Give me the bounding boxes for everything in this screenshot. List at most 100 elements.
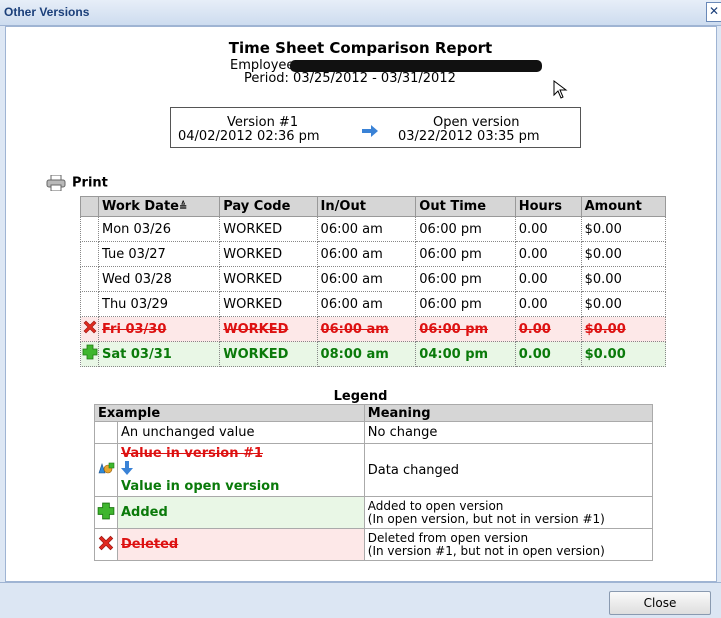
window-close-icon[interactable]: ✕ [706, 2, 721, 22]
add-plus-icon [97, 502, 115, 519]
window-titlebar: Other Versions ✕ [0, 0, 721, 26]
in-time-cell: 08:00 am [316, 341, 417, 367]
in-time-cell: 06:00 am [316, 216, 417, 242]
right-version-label: Open version [433, 115, 520, 130]
out-time-cell: 06:00 pm [415, 266, 516, 292]
row-status-cell [80, 341, 99, 367]
printer-icon [46, 175, 66, 191]
legend-row-unchanged: An unchanged value No change [94, 421, 654, 444]
pay-code-cell: WORKED [219, 241, 318, 267]
report-period: Period: 03/25/2012 - 03/31/2012 [244, 71, 456, 86]
legend-table: Example Meaning An unchanged value No ch… [94, 404, 654, 561]
amount-cell: $0.00 [580, 266, 667, 292]
work-date-header-label: Work Date [102, 199, 179, 214]
right-version-date: 03/22/2012 03:35 pm [398, 129, 540, 144]
column-header-pay-code[interactable]: Pay Code [219, 196, 318, 217]
report-title: Time Sheet Comparison Report [228, 39, 493, 57]
pay-code-cell: WORKED [219, 266, 318, 292]
sort-indicator-icon: ≜ [178, 202, 188, 213]
in-time-cell: 06:00 am [316, 291, 417, 317]
timesheet-header-row: Work Date≜ Pay Code In/Out Out Time Hour… [80, 196, 667, 217]
row-status-cell [80, 291, 99, 317]
legend-meaning-line: Added to open version [367, 498, 504, 513]
out-time-cell: 06:00 pm [415, 316, 516, 342]
pay-code-cell: WORKED [219, 341, 318, 367]
table-row-deleted: Fri 03/30 WORKED 06:00 am 06:00 pm 0.00 … [80, 316, 667, 342]
row-status-cell [80, 266, 99, 292]
amount-cell: $0.00 [580, 216, 667, 242]
mouse-cursor-icon [553, 80, 568, 99]
arrow-down-icon [121, 461, 133, 475]
left-version-label: Version #1 [227, 115, 299, 130]
legend-meaning-added: Added to open version (In open version, … [363, 496, 654, 529]
out-time-cell: 06:00 pm [415, 241, 516, 267]
work-date-cell: Tue 03/27 [97, 241, 221, 267]
window-title: Other Versions [4, 5, 90, 19]
legend-example-added: Added [117, 496, 365, 529]
table-row: Tue 03/27 WORKED 06:00 am 06:00 pm 0.00 … [80, 241, 667, 267]
legend-icon-cell [94, 496, 118, 529]
print-label: Print [72, 175, 108, 191]
status-column-header [80, 196, 99, 217]
column-header-amount[interactable]: Amount [580, 196, 667, 217]
table-row: Mon 03/26 WORKED 06:00 am 06:00 pm 0.00 … [80, 216, 667, 242]
legend-icon-cell [94, 421, 118, 444]
legend-meaning-line: (In open version, but not in version #1) [367, 511, 605, 526]
table-row: Thu 03/29 WORKED 06:00 am 06:00 pm 0.00 … [80, 291, 667, 317]
in-time-cell: 06:00 am [316, 316, 417, 342]
work-date-cell: Thu 03/29 [97, 291, 221, 317]
column-header-out-time[interactable]: Out Time [415, 196, 516, 217]
add-plus-icon [82, 344, 97, 360]
pay-code-cell: WORKED [219, 316, 318, 342]
table-row: Wed 03/28 WORKED 06:00 am 06:00 pm 0.00 … [80, 266, 667, 292]
frame-edge-right [717, 26, 721, 582]
changed-icon [98, 462, 115, 474]
amount-cell: $0.00 [580, 291, 667, 317]
delete-x-icon [98, 535, 114, 550]
legend-row-changed: Value in version #1 Value in open versio… [94, 443, 654, 497]
work-date-cell: Sat 03/31 [97, 341, 221, 367]
column-header-work-date[interactable]: Work Date≜ [97, 196, 221, 217]
hours-cell: 0.00 [514, 241, 582, 267]
legend-example-header: Example [94, 404, 365, 422]
row-status-cell [80, 316, 99, 342]
work-date-cell: Wed 03/28 [97, 266, 221, 292]
legend-meaning: Data changed [363, 443, 654, 497]
legend-meaning-header: Meaning [363, 404, 654, 422]
legend-meaning: No change [363, 421, 654, 444]
legend-change-arrow [121, 461, 361, 479]
print-button[interactable]: Print [46, 175, 108, 191]
legend-old-value: Value in version #1 [121, 446, 263, 461]
row-status-cell [80, 241, 99, 267]
legend-icon-cell [94, 528, 118, 561]
work-date-cell: Fri 03/30 [97, 316, 221, 342]
arrow-right-icon [362, 125, 378, 137]
hours-cell: 0.00 [514, 266, 582, 292]
legend-row-added: Added Added to open version (In open ver… [94, 496, 654, 529]
timesheet-table: Work Date≜ Pay Code In/Out Out Time Hour… [80, 196, 667, 367]
hours-cell: 0.00 [514, 216, 582, 242]
column-header-hours[interactable]: Hours [514, 196, 582, 217]
legend-meaning-line: (In version #1, but not in open version) [367, 543, 605, 558]
close-button[interactable]: Close [609, 591, 711, 615]
legend-icon-cell [94, 443, 118, 497]
amount-cell: $0.00 [580, 316, 667, 342]
amount-cell: $0.00 [580, 241, 667, 267]
legend-meaning-line: Deleted from open version [367, 530, 529, 545]
legend-new-value: Value in open version [121, 479, 280, 494]
work-date-cell: Mon 03/26 [97, 216, 221, 242]
in-time-cell: 06:00 am [316, 241, 417, 267]
hours-cell: 0.00 [514, 316, 582, 342]
column-header-in-out[interactable]: In/Out [316, 196, 417, 217]
legend-meaning-deleted: Deleted from open version (In version #1… [363, 528, 654, 561]
amount-cell: $0.00 [580, 341, 667, 367]
legend-example-deleted: Deleted [117, 528, 365, 561]
delete-x-icon [83, 320, 96, 334]
hours-cell: 0.00 [514, 341, 582, 367]
version-comparison-box: Version #1 04/02/2012 02:36 pm Open vers… [170, 107, 581, 148]
row-status-cell [80, 216, 99, 242]
pay-code-cell: WORKED [219, 291, 318, 317]
out-time-cell: 04:00 pm [415, 341, 516, 367]
legend-header-row: Example Meaning [94, 404, 654, 422]
table-row-added: Sat 03/31 WORKED 08:00 am 04:00 pm 0.00 … [80, 341, 667, 367]
